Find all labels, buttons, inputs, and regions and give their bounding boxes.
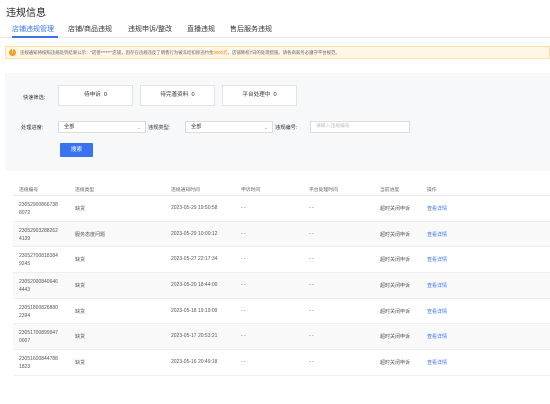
view-details-link[interactable]: 查看详情 [427, 282, 447, 289]
platform-time-cell: - - [309, 282, 314, 289]
notice-text: 违规通知将按照违规处罚结果公示："诺善******"店铺，因存在违规违反了销售行… [20, 50, 340, 55]
violation-table: 违规编号 违规类型 违规通知时间 申诉时间 平台处理时间 当前进度 操作 230… [13, 181, 550, 376]
platform-time-cell: - - [309, 230, 314, 237]
view-details-link[interactable]: 查看详情 [427, 231, 447, 238]
tab-bar: 店铺违规管理 店铺/商品违规 违规申诉/整改 直播违规 售后服务违规 [0, 22, 550, 38]
view-details-link[interactable]: 查看详情 [427, 333, 447, 340]
filter-panel: 快速筛选: 待申诉 0 待完善资料 0 平台处理中 0 处理进度: 全部 ⌄ 违… [5, 73, 550, 171]
type-cell: 缺货 [75, 283, 86, 290]
table-row: 23052900866738 8072 缺货 2023-05-29 19:50:58 -… [13, 196, 550, 222]
view-details-link[interactable]: 查看详情 [427, 205, 447, 212]
status-filter-label: 处理进度: [21, 125, 44, 131]
chevron-down-icon: ⌄ [136, 125, 141, 131]
page-title: 违规信息 [6, 8, 46, 19]
table-header: 违规编号 违规类型 违规通知时间 申诉时间 平台处理时间 当前进度 操作 [13, 181, 550, 196]
notify-time-cell: 2023-05-17 20:53:21 [171, 333, 218, 340]
platform-time-cell: - - [309, 359, 314, 366]
tab-live-violation[interactable]: 直播违规 [187, 24, 215, 34]
column-header: 违规编号 [19, 188, 39, 193]
notify-time-cell: 2023-05-29 19:50:58 [171, 205, 218, 211]
appeal-time-cell: - - [241, 333, 246, 340]
warning-icon: ! [9, 49, 16, 56]
quick-filter-platform-processing[interactable]: 平台处理中 0 [222, 85, 297, 106]
column-header: 平台处理时间 [309, 188, 338, 193]
notify-time-cell: 2023-05-16 20:49:18 [171, 359, 218, 366]
notify-time-cell: 2023-05-27 22:17:34 [171, 256, 218, 263]
table-row: 23051700899947 0007 缺货 2023-05-17 20:53:21 -… [13, 324, 550, 351]
type-select[interactable]: 全部 ⌄ [185, 121, 273, 133]
column-header: 申诉时间 [241, 188, 261, 193]
notify-time-cell: 2023-05-20 18:44:00 [171, 282, 218, 289]
progress-cell: 超时关闭申诉 [380, 308, 411, 315]
view-details-link[interactable]: 查看详情 [427, 256, 447, 263]
progress-cell: 超时关闭申诉 [380, 206, 411, 212]
violation-id-cell: 23052000840646 4443 [19, 279, 58, 294]
platform-time-cell: - - [309, 205, 314, 211]
platform-time-cell: - - [309, 307, 314, 314]
notice-highlight: 3000元 [213, 50, 228, 55]
violation-id-cell: 23052900866738 8072 [19, 202, 58, 216]
appeal-time-cell: - - [241, 282, 246, 289]
type-cell: 服务态度问题 [75, 231, 106, 238]
appeal-time-cell: - - [241, 256, 246, 263]
quick-filter-pending-appeal[interactable]: 待申诉 0 [58, 85, 133, 106]
table-row: 23051600844788 1823 缺货 2023-05-16 20:49:18 -… [13, 350, 550, 376]
notify-time-cell: 2023-05-18 19:19:09 [171, 307, 218, 314]
progress-cell: 超时关闭申诉 [380, 257, 411, 264]
type-cell: 缺货 [75, 206, 86, 212]
violation-id-cell: 23051600844788 1823 [19, 356, 58, 371]
quick-filter-label: 快速筛选: [23, 95, 46, 101]
appeal-time-cell: - - [241, 359, 246, 366]
table-row: 23052903288262 4139 服务态度问题 2023-05-29 10:00… [13, 221, 550, 248]
column-header: 当前进度 [380, 188, 400, 193]
chevron-down-icon: ⌄ [263, 125, 268, 131]
notice-banner: ! 违规通知将按照违规处罚结果公示："诺善******"店铺，因存在违规违反了销… [5, 46, 550, 59]
number-filter-label: 违规编号: [275, 125, 298, 131]
view-details-link[interactable]: 查看详情 [427, 359, 447, 366]
type-cell: 缺货 [75, 257, 86, 264]
column-header: 违规通知时间 [171, 188, 200, 193]
type-filter-label: 违规类型: [148, 125, 171, 131]
search-button[interactable]: 搜索 [60, 143, 93, 157]
violation-number-input[interactable]: 请输入违规编号 [310, 121, 410, 133]
quick-filter-pending-materials[interactable]: 待完善资料 0 [140, 85, 215, 106]
violation-id-cell: 23052700818384 9245 [19, 253, 58, 268]
progress-cell: 超时关闭申诉 [380, 231, 411, 238]
violation-id-cell: 23051700899947 0007 [19, 330, 58, 345]
table-row: 23052700818384 9245 缺货 2023-05-27 22:17:34 -… [13, 247, 550, 274]
tab-violation-appeal[interactable]: 违规申诉/整改 [128, 24, 172, 34]
view-details-link[interactable]: 查看详情 [427, 308, 447, 315]
progress-cell: 超时关闭申诉 [380, 360, 411, 367]
column-header: 违规类型 [75, 188, 95, 193]
platform-time-cell: - - [309, 256, 314, 263]
violation-id-cell: 23052903288262 4139 [19, 227, 58, 242]
tab-after-sales-violation[interactable]: 售后服务违规 [230, 24, 272, 34]
column-header: 操作 [427, 188, 437, 193]
table-body: 23052900866738 8072 缺货 2023-05-29 19:50:58 -… [13, 196, 550, 376]
status-select[interactable]: 全部 ⌄ [58, 121, 146, 133]
violation-id-cell: 23051800826880 2394 [19, 304, 58, 319]
platform-time-cell: - - [309, 333, 314, 340]
progress-cell: 超时关闭申诉 [380, 283, 411, 290]
tab-store-violation-management[interactable]: 店铺违规管理 [12, 24, 54, 34]
type-cell: 缺货 [75, 360, 86, 367]
progress-cell: 超时关闭申诉 [380, 334, 411, 341]
appeal-time-cell: - - [241, 230, 246, 237]
tab-store-product-violation[interactable]: 店铺/商品违规 [68, 24, 112, 34]
table-row: 23052000840646 4443 缺货 2023-05-20 18:44:00 -… [13, 273, 550, 299]
type-cell: 缺货 [75, 334, 86, 341]
notify-time-cell: 2023-05-29 10:00:12 [171, 230, 218, 237]
table-row: 23051800826880 2394 缺货 2023-05-18 19:19:09 -… [13, 299, 550, 325]
type-cell: 缺货 [75, 308, 86, 315]
appeal-time-cell: - - [241, 307, 246, 314]
violation-info-page: 违规信息 店铺违规管理 店铺/商品违规 违规申诉/整改 直播违规 售后服务违规 … [0, 0, 550, 404]
appeal-time-cell: - - [241, 205, 246, 211]
active-tab-indicator [12, 36, 58, 38]
